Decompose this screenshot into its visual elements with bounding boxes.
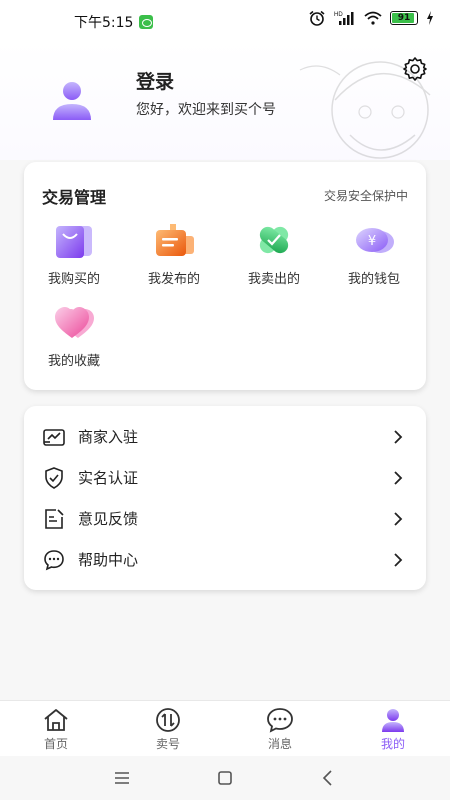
charging-icon	[427, 11, 433, 25]
nav-label: 首页	[43, 737, 68, 751]
nav-item-home[interactable]: 首页	[16, 707, 96, 752]
chevron-right-icon	[394, 511, 403, 526]
back-icon[interactable]	[318, 768, 338, 788]
svg-text:¥: ¥	[368, 234, 376, 249]
status-bar: 下午5:15 HD 91	[0, 0, 450, 40]
menu-label: 帮助中心	[78, 551, 139, 569]
settings-gear-icon[interactable]	[402, 56, 428, 82]
nav-label: 卖号	[155, 737, 180, 751]
publish-box-icon	[156, 224, 194, 256]
trade-secure-text: 交易安全保护中	[323, 189, 408, 203]
wifi-icon	[364, 11, 382, 25]
chevron-right-icon	[394, 429, 403, 444]
nav-item-sell[interactable]: 卖号	[128, 707, 208, 752]
trade-management-card: 交易管理 交易安全保护中 我购买的 我发布的 我卖出的 ¥ 我的钱包 我的收藏	[24, 162, 426, 390]
menu-label: 实名认证	[78, 469, 139, 487]
battery-level: 91	[397, 13, 411, 23]
battery-icon: 91	[390, 11, 418, 25]
wallet-icon: ¥	[356, 228, 394, 253]
signal-icon: HD	[334, 12, 354, 25]
trade-title: 交易管理	[42, 188, 107, 207]
status-time: 下午5:15	[74, 15, 134, 31]
nav-label-active: 我的	[380, 737, 405, 751]
home-icon	[44, 709, 68, 731]
grid-label: 我发布的	[147, 272, 200, 287]
sold-tag-icon	[259, 226, 289, 254]
grid-label: 我的钱包	[347, 272, 400, 287]
nav-item-profile[interactable]: 我的	[353, 707, 433, 752]
feedback-edit-icon	[45, 508, 64, 529]
grid-label: 我的收藏	[47, 354, 100, 369]
alarm-icon	[309, 10, 325, 26]
nav-label: 消息	[267, 737, 292, 751]
grid-item-favorites[interactable]: 我的收藏	[24, 302, 124, 369]
status-right: HD 91	[308, 10, 434, 26]
shield-check-icon	[45, 466, 63, 489]
menu-item-merchant[interactable]: 商家入驻	[24, 416, 426, 457]
avatar-icon[interactable]	[50, 78, 94, 122]
status-left: 下午5:15	[74, 12, 154, 32]
nav-item-messages[interactable]: 消息	[240, 707, 320, 752]
chevron-right-icon	[394, 470, 403, 485]
profile-icon	[382, 709, 404, 732]
menu-item-verification[interactable]: 实名认证	[24, 457, 426, 498]
welcome-text: 您好，欢迎来到买个号	[136, 102, 276, 118]
help-chat-icon	[44, 549, 64, 570]
heart-icon	[55, 307, 94, 338]
menu-item-help[interactable]: 帮助中心	[24, 539, 426, 580]
service-menu-card: 商家入驻 实名认证 意见反馈 帮助中心	[24, 406, 426, 590]
home-square-icon[interactable]	[215, 768, 235, 788]
chevron-right-icon	[394, 552, 403, 567]
swap-icon	[156, 708, 180, 732]
bottom-nav: 首页 卖号 消息 我的	[0, 700, 450, 756]
network-label: HD	[334, 12, 343, 18]
shopping-bag-icon	[56, 226, 92, 258]
menu-item-feedback[interactable]: 意见反馈	[24, 498, 426, 539]
menu-label: 商家入驻	[78, 428, 139, 446]
grid-item-sold[interactable]: 我卖出的	[224, 220, 324, 287]
grid-item-published[interactable]: 我发布的	[124, 220, 224, 287]
message-icon	[267, 708, 293, 733]
menu-icon[interactable]	[112, 768, 132, 788]
menu-label: 意见反馈	[78, 510, 139, 528]
grid-label: 我卖出的	[247, 272, 300, 287]
store-icon	[43, 428, 65, 446]
system-navigation-bar	[0, 756, 450, 800]
grid-item-wallet[interactable]: ¥ 我的钱包	[324, 220, 424, 287]
profile-header: 登录 您好，欢迎来到买个号	[0, 40, 450, 160]
login-link[interactable]: 登录	[136, 67, 174, 94]
grid-label: 我购买的	[47, 272, 100, 287]
grid-item-purchased[interactable]: 我购买的	[24, 220, 124, 287]
wechat-icon	[139, 15, 154, 29]
